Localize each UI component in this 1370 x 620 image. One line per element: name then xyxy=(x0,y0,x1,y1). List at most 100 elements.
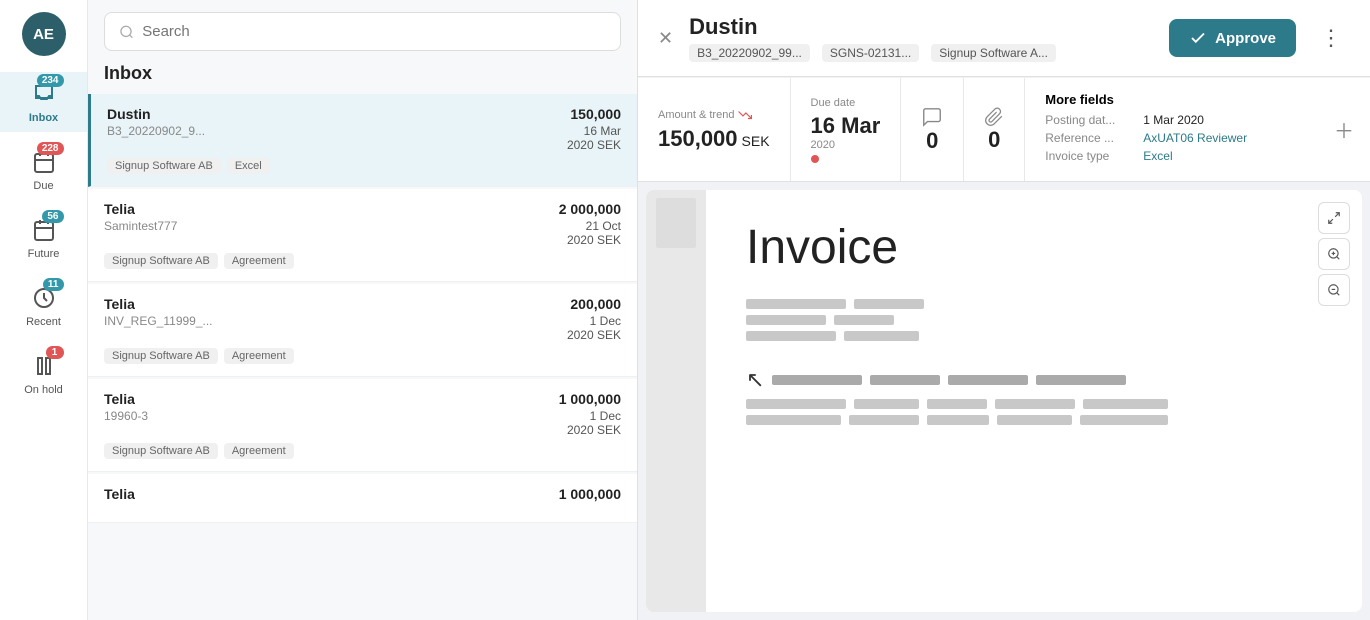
doc-bar xyxy=(927,399,987,409)
invoice-item-mid: INV_REG_11999_... 1 Dec 2020 SEK xyxy=(104,314,621,342)
invoice-item[interactable]: Telia 200,000 INV_REG_11999_... 1 Dec 20… xyxy=(88,284,637,377)
sidebar-item-due-label: Due xyxy=(33,180,53,192)
header-meta: B3_20220902_99...SGNS-02131...Signup Sof… xyxy=(689,44,1153,62)
more-fields-cell: More fields Posting dat... 1 Mar 2020 Re… xyxy=(1025,78,1318,181)
zoom-in-button[interactable] xyxy=(1318,238,1350,270)
sidebar-item-inbox[interactable]: 234 Inbox xyxy=(0,72,87,132)
invoice-tag: Excel xyxy=(227,158,270,174)
invoice-tag: Agreement xyxy=(224,253,294,269)
invoice-ref: 19960-3 xyxy=(104,409,148,423)
header-info: Dustin B3_20220902_99...SGNS-02131...Sig… xyxy=(689,14,1153,62)
sidebar-item-due[interactable]: 228 Due xyxy=(0,140,87,200)
invoice-tags: Signup Software ABAgreement xyxy=(104,443,621,459)
checkmark-icon xyxy=(1189,29,1207,47)
inbox-icon: 234 xyxy=(30,80,58,108)
sidebar-item-onhold[interactable]: 1 On hold xyxy=(0,344,87,404)
doc-bar xyxy=(746,415,841,425)
reference-label: Reference ... xyxy=(1045,131,1135,145)
due-date-cell: Due date 16 Mar 2020 xyxy=(791,78,902,181)
doc-bar xyxy=(870,375,940,385)
doc-bar xyxy=(997,415,1072,425)
doc-header-block xyxy=(746,299,1322,341)
doc-bar xyxy=(849,415,919,425)
reference-value[interactable]: AxUAT06 Reviewer xyxy=(1143,131,1247,145)
header-title: Dustin xyxy=(689,14,1153,40)
attachment-icon xyxy=(984,107,1004,127)
invoice-date: 21 Oct xyxy=(586,219,621,233)
zoom-out-button[interactable] xyxy=(1318,274,1350,306)
more-button[interactable]: ⋮ xyxy=(1312,21,1350,55)
doc-bar xyxy=(746,299,846,309)
trend-icon xyxy=(738,108,752,122)
onhold-badge: 1 xyxy=(46,346,64,359)
inbox-badge: 234 xyxy=(37,74,64,87)
amount-value: 150,000SEK xyxy=(658,126,770,152)
search-input[interactable] xyxy=(142,23,606,40)
sidebar-item-future[interactable]: 56 Future xyxy=(0,208,87,268)
invoice-tags: Signup Software ABAgreement xyxy=(104,348,621,364)
invoice-item[interactable]: Telia 2 000,000 Samintest777 21 Oct 2020… xyxy=(88,189,637,282)
doc-bar xyxy=(948,375,1028,385)
invoice-name: Telia xyxy=(104,486,135,502)
comments-cell[interactable]: 0 xyxy=(901,78,964,181)
posting-date-label: Posting dat... xyxy=(1045,113,1135,127)
doc-thumbnail[interactable] xyxy=(656,198,696,248)
doc-table-row xyxy=(746,415,1322,425)
invoice-type-label: Invoice type xyxy=(1045,149,1135,163)
recent-icon: 11 xyxy=(30,284,58,312)
invoice-date: 16 Mar xyxy=(584,124,621,138)
sidebar-item-recent[interactable]: 11 Recent xyxy=(0,276,87,336)
expand-button[interactable] xyxy=(1318,202,1350,234)
header-meta-tag: Signup Software A... xyxy=(931,44,1056,62)
due-date-value: 16 Mar xyxy=(811,113,881,139)
invoice-amount: 150,000 xyxy=(570,106,621,122)
doc-bar xyxy=(927,415,989,425)
invoice-amount: 2 000,000 xyxy=(559,201,621,217)
invoice-amount: 200,000 xyxy=(570,296,621,312)
invoice-tag: Agreement xyxy=(224,348,294,364)
doc-bar xyxy=(834,315,894,325)
inbox-title: Inbox xyxy=(88,63,637,94)
due-date-label: Due date xyxy=(811,97,881,109)
doc-bar xyxy=(746,331,836,341)
invoice-item-top: Telia 2 000,000 xyxy=(104,201,621,217)
invoice-name: Telia xyxy=(104,391,135,407)
invoice-ref: B3_20220902_9... xyxy=(107,124,205,138)
invoice-item-top: Telia 1 000,000 xyxy=(104,391,621,407)
invoice-item-mid: Samintest777 21 Oct 2020 SEK xyxy=(104,219,621,247)
invoice-date-currency: 1 Dec 2020 SEK xyxy=(567,314,621,342)
attachments-count: 0 xyxy=(988,127,1000,153)
left-panel: Inbox Dustin 150,000 B3_20220902_9... 16… xyxy=(88,0,638,620)
doc-table-row: ↖ xyxy=(746,367,1322,393)
reference-row: Reference ... AxUAT06 Reviewer xyxy=(1045,131,1298,145)
close-button[interactable]: ✕ xyxy=(658,28,673,49)
invoice-tag: Signup Software AB xyxy=(104,253,218,269)
avatar[interactable]: AE xyxy=(22,12,66,56)
invoice-currency: 2020 SEK xyxy=(567,328,621,342)
approve-button[interactable]: Approve xyxy=(1169,19,1296,57)
invoice-item[interactable]: Telia 1 000,000 19960-3 1 Dec 2020 SEK S… xyxy=(88,379,637,472)
add-field-button[interactable]: ＋ xyxy=(1318,78,1370,181)
invoice-type-value[interactable]: Excel xyxy=(1143,149,1172,163)
invoice-date-currency: 16 Mar 2020 SEK xyxy=(567,124,621,152)
invoice-currency: 2020 SEK xyxy=(567,233,621,247)
invoice-item-mid: B3_20220902_9... 16 Mar 2020 SEK xyxy=(107,124,621,152)
future-icon: 56 xyxy=(30,216,58,244)
invoice-tags: Signup Software AB Agreement xyxy=(104,253,621,269)
recent-badge: 11 xyxy=(43,278,64,291)
doc-bar xyxy=(746,315,826,325)
comments-count: 0 xyxy=(926,128,938,154)
search-bar[interactable] xyxy=(104,12,621,51)
right-panel: ✕ Dustin B3_20220902_99...SGNS-02131...S… xyxy=(638,0,1370,620)
invoice-date-currency: 21 Oct 2020 SEK xyxy=(567,219,621,247)
attachments-cell[interactable]: 0 xyxy=(964,78,1025,181)
sidebar-item-recent-label: Recent xyxy=(26,316,61,328)
sidebar-item-onhold-label: On hold xyxy=(24,384,63,396)
sidebar: AE 234 Inbox 228 Due 56 Future xyxy=(0,0,88,620)
doc-bar xyxy=(854,299,924,309)
invoice-item[interactable]: Dustin 150,000 B3_20220902_9... 16 Mar 2… xyxy=(88,94,637,187)
invoice-tag: Agreement xyxy=(224,443,294,459)
invoice-item[interactable]: Telia 1 000,000 xyxy=(88,474,637,523)
invoice-name: Dustin xyxy=(107,106,151,122)
onhold-icon: 1 xyxy=(30,352,58,380)
